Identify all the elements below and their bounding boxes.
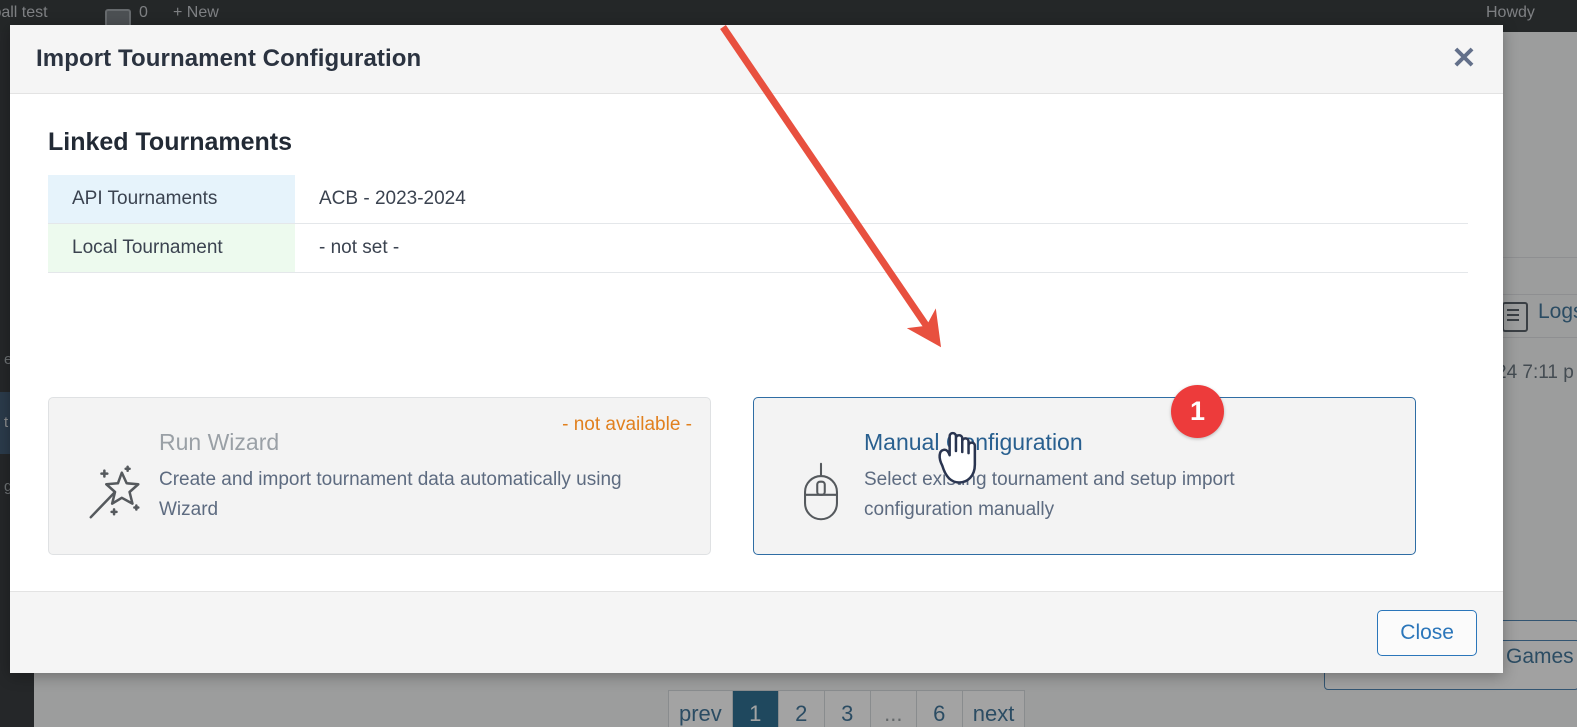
manual-configuration-card[interactable]: Manual Configuration Select existing tou… — [753, 397, 1416, 555]
import-tournament-modal: Import Tournament Configuration ✕ Linked… — [10, 25, 1503, 673]
table-row: API Tournaments ACB - 2023-2024 — [48, 175, 1468, 224]
linked-tournaments-heading: Linked Tournaments — [48, 128, 293, 156]
import-options: - not available - Run Wizard Create and … — [48, 397, 1468, 555]
modal-footer: Close — [10, 591, 1503, 673]
magic-wand-icon — [73, 420, 159, 554]
api-tournaments-value: ACB - 2023-2024 — [319, 188, 466, 209]
manual-configuration-text: Manual Configuration Select existing tou… — [864, 420, 1391, 554]
modal-header: Import Tournament Configuration ✕ — [10, 25, 1503, 94]
local-tournament-label: Local Tournament — [48, 223, 295, 273]
run-wizard-description: Create and import tournament data automa… — [159, 469, 622, 520]
local-tournament-value: - not set - — [319, 237, 400, 258]
manual-configuration-description: Select existing tournament and setup imp… — [864, 469, 1235, 520]
run-wizard-card: - not available - Run Wizard Create and … — [48, 397, 711, 555]
run-wizard-text: Run Wizard Create and import tournament … — [159, 420, 686, 554]
table-row: Local Tournament - not set - — [48, 223, 1468, 273]
manual-configuration-heading: Manual Configuration — [864, 429, 1083, 455]
api-tournaments-label: API Tournaments — [48, 175, 295, 224]
close-icon[interactable]: ✕ — [1443, 39, 1485, 79]
modal-body: Linked Tournaments API Tournaments ACB -… — [10, 94, 1503, 591]
step-number-badge: 1 — [1171, 385, 1224, 438]
not-available-badge: - not available - — [562, 414, 692, 435]
page-title: Import Tournament Configuration — [36, 45, 422, 72]
mouse-icon — [778, 420, 864, 554]
linked-tournaments-table: API Tournaments ACB - 2023-2024 Local To… — [48, 175, 1468, 273]
close-button[interactable]: Close — [1377, 609, 1477, 656]
